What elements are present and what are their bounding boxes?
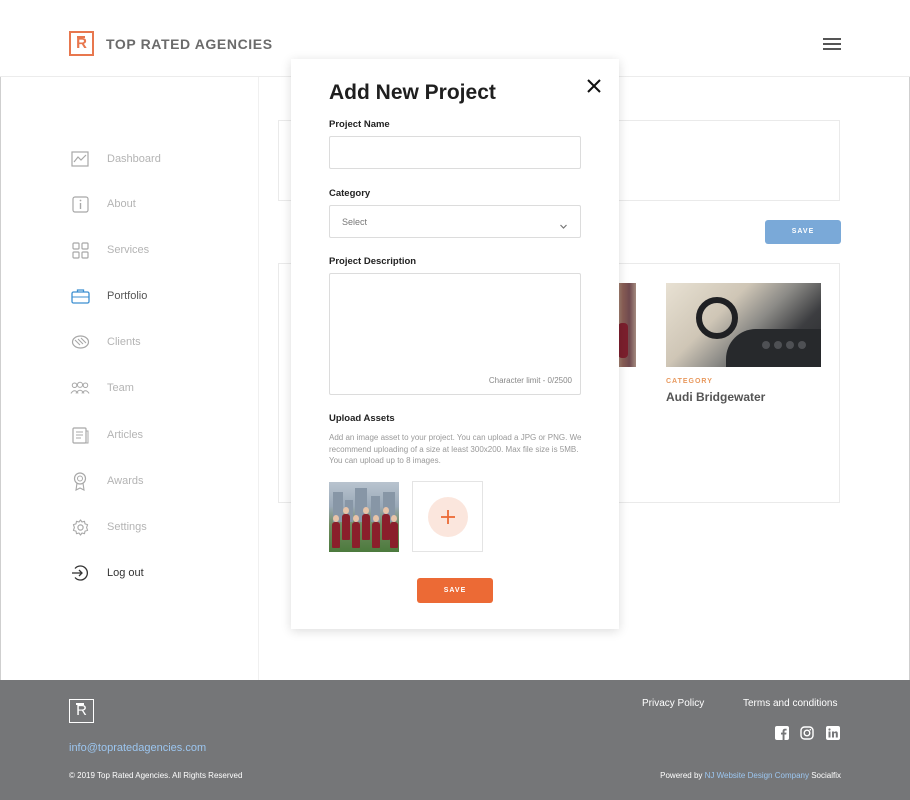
footer-logo-icon[interactable]: R: [69, 699, 94, 723]
sidebar-item-team[interactable]: Team: [70, 376, 134, 400]
sidebar-item-clients[interactable]: Clients: [70, 330, 141, 354]
sidebar-item-articles[interactable]: Articles: [70, 423, 143, 447]
instagram-icon[interactable]: [800, 726, 814, 740]
footer: R info@topratedagencies.com © 2019 Top R…: [0, 680, 910, 800]
sidebar-item-label: Team: [107, 382, 134, 394]
sidebar-item-label: Services: [107, 244, 150, 256]
terms-link[interactable]: Terms and conditions: [743, 698, 838, 709]
portfolio-title[interactable]: Audi Bridgewater: [666, 390, 765, 404]
facebook-icon[interactable]: [775, 726, 789, 740]
save-button[interactable]: SAVE: [417, 578, 493, 603]
sidebar-item-logout[interactable]: Log out: [70, 561, 144, 585]
privacy-policy-link[interactable]: Privacy Policy: [642, 698, 704, 709]
sidebar-item-portfolio[interactable]: Portfolio: [70, 284, 147, 308]
upload-help-text: Add an image asset to your project. You …: [329, 433, 582, 465]
grid-icon: [70, 240, 90, 260]
logout-icon: [70, 563, 90, 583]
upload-assets-label: Upload Assets: [329, 413, 395, 424]
socialfix-label: Socialfix: [811, 771, 841, 780]
sidebar-item-services[interactable]: Services: [70, 238, 149, 262]
chevron-down-icon: [559, 218, 568, 229]
category-selected-value: Select: [342, 217, 368, 227]
award-icon: [70, 471, 90, 491]
gear-icon: [70, 517, 90, 537]
project-name-label: Project Name: [329, 119, 390, 130]
character-limit: Character limit - 0/2500: [488, 376, 572, 385]
plus-icon: [427, 496, 468, 537]
sidebar-item-label: Awards: [107, 475, 144, 487]
sidebar-item-label: Settings: [107, 521, 147, 533]
handshake-icon: [70, 332, 90, 352]
uploaded-image-thumbnail[interactable]: [329, 482, 399, 552]
sidebar-item-awards[interactable]: Awards: [70, 469, 143, 493]
add-image-button[interactable]: [412, 481, 483, 552]
sidebar-item-label: Portfolio: [107, 290, 148, 302]
sidebar-item-label: About: [107, 198, 136, 210]
sidebar-item-settings[interactable]: Settings: [70, 515, 147, 539]
category-label: Category: [329, 188, 371, 199]
linkedin-icon[interactable]: [826, 726, 840, 740]
hamburger-menu-icon[interactable]: [823, 38, 841, 50]
powered-by: Powered by NJ Website Design Company Soc…: [660, 771, 841, 780]
nj-web-design-link[interactable]: NJ Website Design Company: [705, 771, 809, 780]
portfolio-image-car[interactable]: [666, 283, 821, 367]
close-icon[interactable]: [585, 77, 603, 95]
footer-copyright: © 2019 Top Rated Agencies. All Rights Re…: [69, 771, 243, 780]
add-project-modal: Add New Project Project Name Category Se…: [291, 59, 619, 629]
team-icon: [70, 378, 90, 398]
brand-name[interactable]: TOP RATED AGENCIES: [106, 36, 273, 52]
info-icon: [70, 194, 90, 214]
project-name-input[interactable]: [329, 136, 581, 169]
footer-email-link[interactable]: info@topratedagencies.com: [69, 742, 206, 754]
project-description-field[interactable]: Character limit - 0/2500: [329, 273, 581, 395]
portfolio-category: CATEGORY: [666, 378, 713, 385]
article-icon: [70, 425, 90, 445]
sidebar-item-label: Dashboard: [107, 153, 161, 165]
sidebar-item-dashboard[interactable]: Dashboard: [70, 147, 161, 171]
logo-icon[interactable]: R: [69, 31, 94, 56]
sidebar-item-about[interactable]: About: [70, 192, 136, 216]
category-select[interactable]: Select: [329, 205, 581, 238]
sidebar: Dashboard About Services Portfolio Clien…: [0, 77, 259, 680]
background-save-button[interactable]: SAVE: [765, 220, 841, 244]
chart-icon: [70, 149, 90, 169]
sidebar-item-label: Log out: [107, 567, 144, 579]
sidebar-item-label: Clients: [107, 336, 141, 348]
briefcase-icon: [70, 286, 90, 306]
modal-title: Add New Project: [329, 81, 496, 104]
project-description-label: Project Description: [329, 256, 417, 267]
sidebar-item-label: Articles: [107, 429, 144, 441]
